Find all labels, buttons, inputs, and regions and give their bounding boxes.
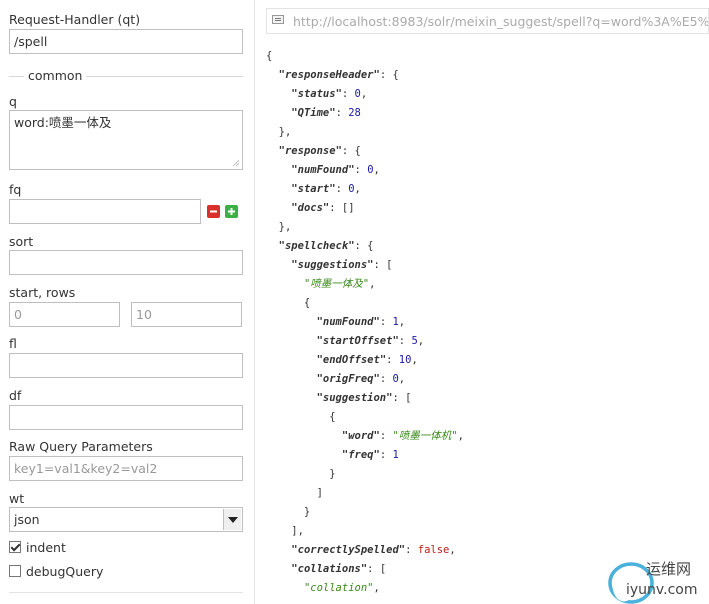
watermark-cn-text: 运维网	[646, 560, 691, 578]
json-number: 28	[348, 107, 361, 119]
pane-divider	[254, 0, 255, 604]
request-handler-label: Request-Handler (qt)	[9, 12, 141, 27]
df-input[interactable]	[9, 405, 243, 430]
indent-checkbox[interactable]	[9, 541, 21, 553]
json-string: "collation"	[303, 582, 374, 594]
json-array: []	[341, 202, 355, 214]
raw-query-input[interactable]: key1=val1&key2=val2	[9, 456, 243, 481]
indent-label: indent	[26, 540, 66, 555]
json-number: 5	[411, 335, 418, 347]
json-key: "suggestions"	[291, 259, 374, 271]
result-url-link[interactable]: http://localhost:8983/solr/meixin_sugges…	[266, 8, 709, 34]
df-label: df	[9, 388, 22, 403]
json-number: 0	[348, 183, 355, 195]
json-key: "start"	[291, 183, 336, 195]
debugquery-label: debugQuery	[26, 564, 104, 579]
rows-input[interactable]: 10	[131, 302, 242, 327]
url-document-icon	[272, 15, 284, 24]
debugquery-checkbox[interactable]	[9, 565, 21, 577]
json-number: 0	[392, 373, 399, 385]
fq-label: fq	[9, 182, 22, 197]
sort-input[interactable]	[9, 250, 243, 275]
json-key: "collations"	[291, 563, 368, 575]
json-key: "status"	[291, 88, 342, 100]
wt-label: wt	[9, 491, 25, 506]
common-section-header: common	[9, 68, 243, 83]
json-key: "numFound"	[291, 164, 355, 176]
form-bottom-divider	[9, 592, 243, 593]
wt-select[interactable]: json	[9, 507, 243, 532]
chevron-down-icon	[223, 509, 241, 530]
json-key: "freq"	[341, 449, 380, 461]
json-key: "numFound"	[316, 316, 380, 328]
json-number: 0	[354, 88, 361, 100]
json-string: "喷墨一体机"	[392, 430, 458, 442]
json-number: 1	[392, 316, 399, 328]
json-number: 1	[392, 449, 399, 461]
remove-fq-button[interactable]	[207, 205, 220, 218]
q-value: word:喷墨一体及	[14, 115, 112, 130]
json-number: 10	[398, 354, 412, 366]
add-fq-button[interactable]	[225, 205, 238, 218]
q-textarea[interactable]: word:喷墨一体及	[9, 110, 243, 170]
watermark-en-text: iyunv.com	[626, 582, 697, 598]
json-key: "startOffset"	[316, 335, 399, 347]
fl-input[interactable]	[9, 353, 243, 378]
query-form: Request-Handler (qt) /spell common q wor…	[0, 0, 252, 604]
start-input[interactable]: 0	[9, 302, 120, 327]
json-key: "spellcheck"	[278, 240, 355, 252]
json-string: "喷墨一体及"	[303, 278, 370, 290]
q-label: q	[9, 94, 17, 109]
json-key: "response"	[278, 145, 342, 157]
json-key: "endOffset"	[316, 354, 387, 366]
json-key: "correctlySpelled"	[291, 544, 406, 556]
minus-icon	[210, 210, 217, 213]
common-section-title: common	[24, 68, 87, 83]
json-key: "word"	[341, 430, 380, 442]
start-rows-label: start, rows	[9, 285, 76, 300]
sort-label: sort	[9, 234, 34, 249]
json-key: "origFreq"	[316, 373, 380, 385]
json-key: "docs"	[291, 202, 330, 214]
wt-selected-value: json	[14, 512, 40, 527]
fl-label: fl	[9, 336, 17, 351]
json-key: "responseHeader"	[278, 69, 380, 81]
json-response: { "responseHeader": { "status": 0, "QTim…	[266, 50, 464, 594]
json-key: "QTime"	[291, 107, 336, 119]
iyunv-watermark-logo: 运维网 iyunv.com	[608, 560, 697, 604]
resize-handle-icon[interactable]	[232, 159, 239, 166]
json-boolean: false	[417, 544, 450, 556]
fq-input[interactable]	[9, 199, 201, 224]
json-number: 0	[367, 164, 374, 176]
request-handler-input[interactable]: /spell	[9, 29, 243, 54]
raw-query-label: Raw Query Parameters	[9, 439, 153, 454]
plus-icon	[228, 208, 235, 215]
json-key: "suggestion"	[316, 392, 393, 404]
